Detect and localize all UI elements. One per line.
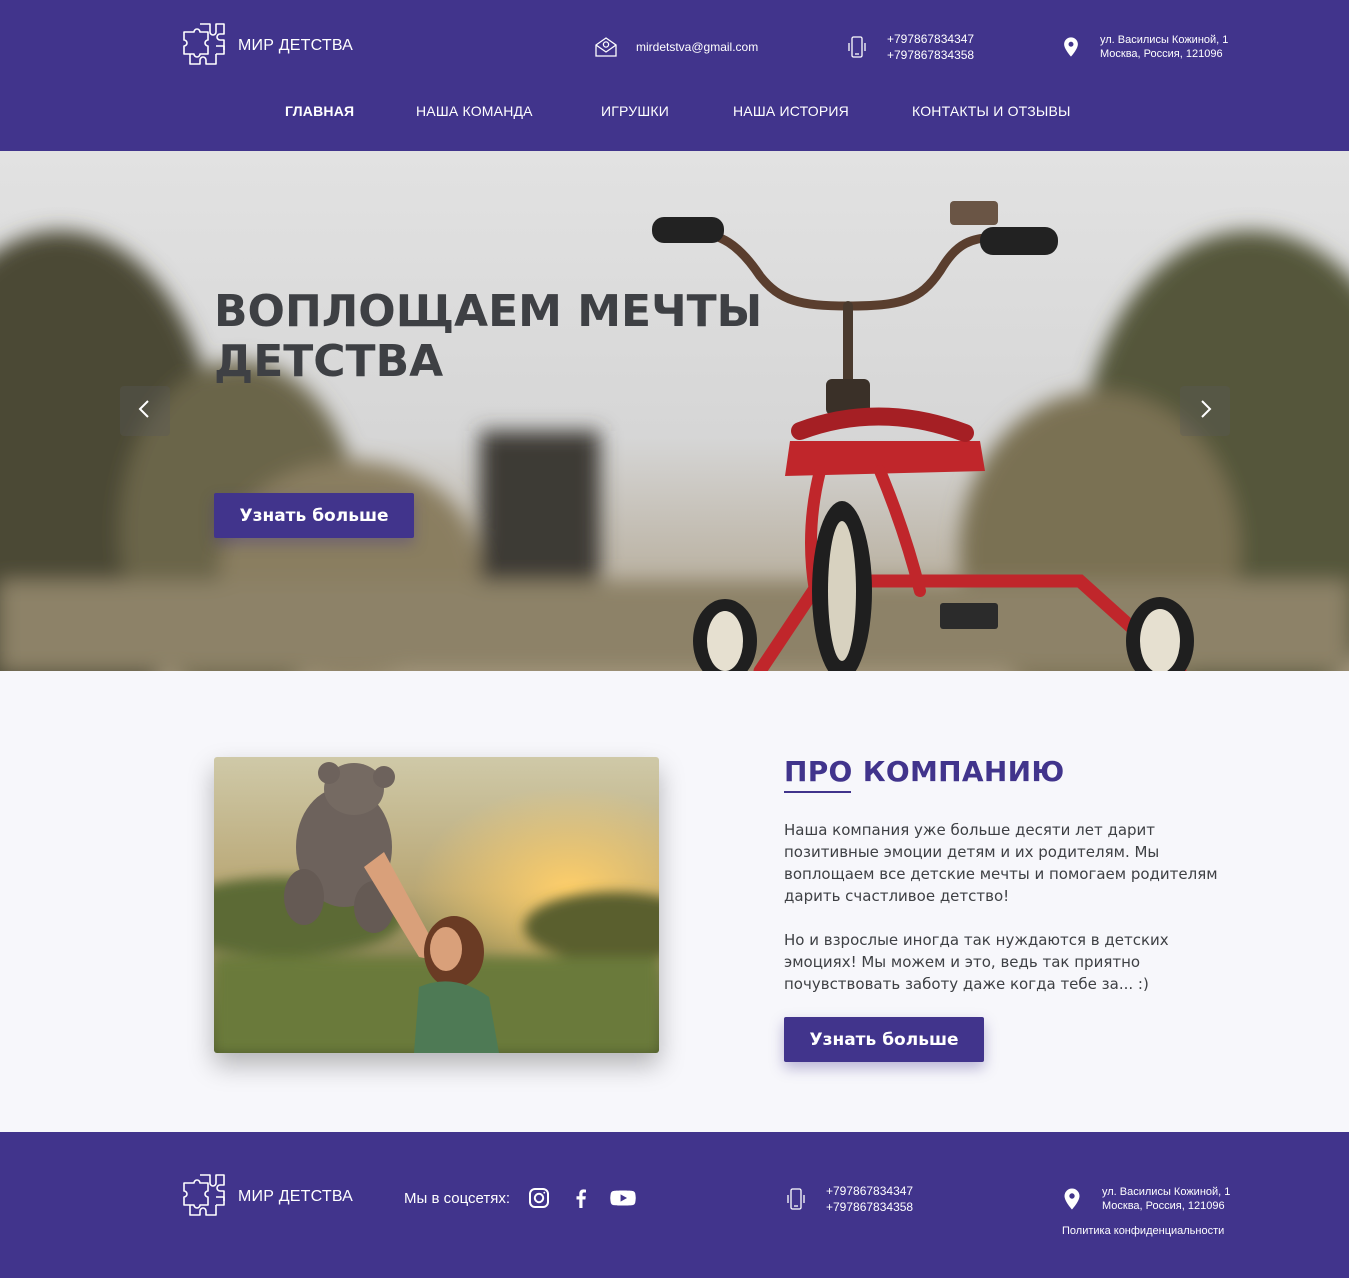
header-phones[interactable]: +797867834347 +797867834358 — [845, 31, 974, 63]
header-email[interactable]: mirdetstva@gmail.com — [594, 35, 758, 59]
phone-line-1: +797867834347 — [887, 32, 975, 46]
chevron-left-icon — [134, 398, 156, 424]
nav-item-contacts[interactable]: Контакты и отзывы — [912, 103, 1071, 119]
about-section: Про компанию Наша компания уже больше де… — [0, 671, 1349, 1132]
address-line-1: ул. Василисы Кожиной, 1 — [1100, 34, 1229, 46]
about-learn-more-button[interactable]: Узнать больше — [784, 1017, 984, 1062]
phone-icon — [845, 35, 869, 59]
phone-icon — [784, 1187, 808, 1211]
slider-prev-button[interactable] — [120, 386, 170, 436]
footer-address-lines: ул. Василисы Кожиной, 1 Москва, Россия, … — [1102, 1185, 1230, 1213]
site-footer: МИР ДЕТСТВА Мы в соцсетях: +797867834347… — [0, 1132, 1349, 1278]
phone-lines: +797867834347 +797867834358 — [887, 31, 974, 63]
puzzle-icon — [178, 18, 230, 74]
facebook-icon[interactable] — [568, 1185, 594, 1211]
about-paragraph-2: Но и взрослые иногда так нуждаются в дет… — [784, 931, 1169, 993]
map-pin-icon — [1060, 35, 1082, 59]
footer-phone-lines: +797867834347 +797867834358 — [826, 1183, 913, 1215]
about-paragraph-1: Наша компания уже больше десяти лет дари… — [784, 821, 1218, 905]
about-photo-girl-with-teddy — [214, 757, 659, 1053]
nav-item-home[interactable]: Главная — [285, 103, 354, 119]
header-address[interactable]: ул. Василисы Кожиной, 1 Москва, Россия, … — [1060, 33, 1228, 61]
email-icon — [594, 35, 618, 59]
youtube-icon[interactable] — [610, 1185, 636, 1211]
chevron-right-icon — [1194, 398, 1216, 424]
footer-phones[interactable]: +797867834347 +797867834358 — [784, 1183, 913, 1215]
hero-tricycle-image — [0, 151, 1349, 671]
hero-learn-more-button[interactable]: Узнать больше — [214, 493, 414, 538]
about-title: Про компанию — [784, 755, 1065, 788]
nav-item-history[interactable]: Наша история — [733, 103, 849, 119]
footer-address-line-2: Москва, Россия, 121096 — [1102, 1200, 1225, 1212]
privacy-policy-link[interactable]: Политика конфиденциальности — [1062, 1225, 1224, 1237]
puzzle-icon — [178, 1169, 230, 1225]
title-underline — [784, 791, 851, 793]
site-header: МИР ДЕТСТВА mirdetstva@gmail.com +797867… — [0, 0, 1349, 151]
footer-phone-line-2: +797867834358 — [826, 1200, 914, 1214]
brand-name: МИР ДЕТСТВА — [238, 37, 354, 54]
footer-address[interactable]: ул. Василисы Кожиной, 1 Москва, Россия, … — [1060, 1185, 1230, 1213]
hero-title: Воплощаем мечты детства — [214, 286, 763, 387]
slider-next-button[interactable] — [1180, 386, 1230, 436]
social-links: Мы в соцсетях: — [404, 1185, 636, 1211]
address-lines: ул. Василисы Кожиной, 1 Москва, Россия, … — [1100, 33, 1228, 61]
footer-phone-line-1: +797867834347 — [826, 1184, 914, 1198]
social-label: Мы в соцсетях: — [404, 1189, 511, 1207]
hero-slider: Воплощаем мечты детства Узнать больше — [0, 151, 1349, 671]
map-pin-icon — [1060, 1187, 1084, 1211]
main-nav: Главная Наша команда Игрушки Наша истори… — [0, 103, 1349, 123]
footer-address-line-1: ул. Василисы Кожиной, 1 — [1102, 1186, 1231, 1198]
about-text: Наша компания уже больше десяти лет дари… — [784, 819, 1234, 995]
footer-brand-name: МИР ДЕТСТВА — [238, 1188, 354, 1205]
nav-item-toys[interactable]: Игрушки — [601, 103, 669, 119]
address-line-2: Москва, Россия, 121096 — [1100, 48, 1223, 60]
footer-logo[interactable]: МИР ДЕТСТВА — [178, 1169, 353, 1225]
instagram-icon[interactable] — [526, 1185, 552, 1211]
header-logo[interactable]: МИР ДЕТСТВА — [178, 18, 353, 74]
nav-item-team[interactable]: Наша команда — [416, 103, 533, 119]
email-text: mirdetstva@gmail.com — [636, 40, 759, 54]
phone-line-2: +797867834358 — [887, 48, 975, 62]
